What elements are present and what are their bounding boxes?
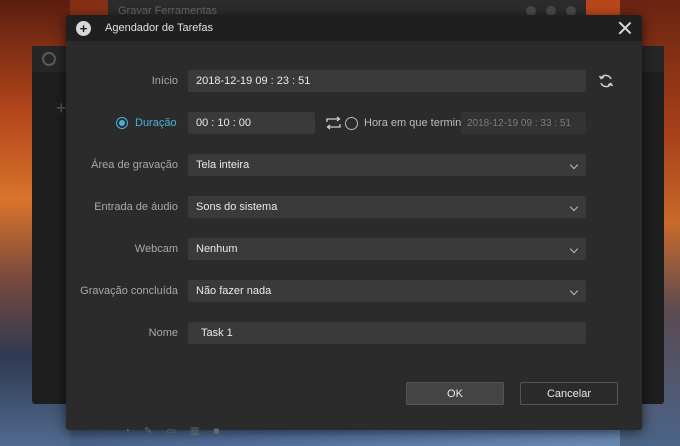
clock-icon [42, 52, 56, 66]
webcam-row: Webcam Nenhum [66, 238, 642, 260]
cancel-button[interactable]: Cancelar [520, 382, 618, 405]
end-time-field: 2018-12-19 09 : 33 : 51 [461, 112, 586, 134]
ok-button[interactable]: OK [406, 382, 504, 405]
start-datetime-field[interactable]: 2018-12-19 09 : 23 : 51 [188, 70, 586, 92]
plus-icon: + [76, 20, 91, 36]
swap-icon [326, 116, 341, 130]
webcam-select[interactable]: Nenhum [188, 238, 586, 260]
task-name-input[interactable]: Task 1 [188, 322, 586, 344]
bg-toolbar-icon-4: ▥ [189, 426, 200, 437]
end-time-radio[interactable] [345, 116, 358, 130]
add-task-icon: + [56, 98, 67, 118]
bg-toolbar-icon-2: ✎ [144, 426, 153, 437]
audio-input-label: Entrada de áudio [94, 201, 178, 213]
bg-toolbar-icon-5: ■ [213, 426, 220, 437]
audio-input-row: Entrada de áudio Sons do sistema [66, 196, 642, 218]
recording-done-row: Gravação concluída Não fazer nada [66, 280, 642, 302]
close-button[interactable] [618, 21, 632, 35]
audio-input-value: Sons do sistema [196, 201, 278, 213]
name-row: Nome Task 1 [66, 322, 642, 344]
name-label: Nome [148, 327, 178, 339]
webcam-value: Nenhum [196, 243, 238, 255]
webcam-label: Webcam [134, 243, 178, 255]
bg-toolbar-icon-1: ◔ [124, 426, 131, 437]
record-area-row: Área de gravação Tela inteira [66, 154, 642, 176]
task-scheduler-dialog: + Agendador de Tarefas Início 2018-12-19… [66, 15, 642, 430]
record-area-value: Tela inteira [196, 159, 250, 171]
duration-radio[interactable] [116, 117, 128, 129]
duration-row: Duração 00 : 10 : 00 Hora em que termina… [66, 112, 642, 134]
recording-done-label: Gravação concluída [80, 285, 178, 297]
record-area-label: Área de gravação [91, 159, 178, 171]
dialog-titlebar: + Agendador de Tarefas [66, 15, 642, 41]
duration-label: Duração [135, 117, 177, 129]
background-toolbar-icons: ◔ ✎ ▭ ▥ ■ [124, 426, 219, 437]
refresh-icon[interactable] [598, 73, 614, 89]
duration-field[interactable]: 00 : 10 : 00 [188, 112, 315, 134]
bg-toolbar-icon-3: ▭ [166, 426, 176, 437]
start-label: Início [151, 75, 178, 87]
start-row: Início 2018-12-19 09 : 23 : 51 [66, 70, 642, 92]
recording-done-select[interactable]: Não fazer nada [188, 280, 586, 302]
record-area-select[interactable]: Tela inteira [188, 154, 586, 176]
dialog-title: Agendador de Tarefas [105, 22, 214, 34]
audio-input-select[interactable]: Sons do sistema [188, 196, 586, 218]
recording-done-value: Não fazer nada [196, 285, 272, 297]
end-time-label: Hora em que termina [364, 117, 468, 129]
